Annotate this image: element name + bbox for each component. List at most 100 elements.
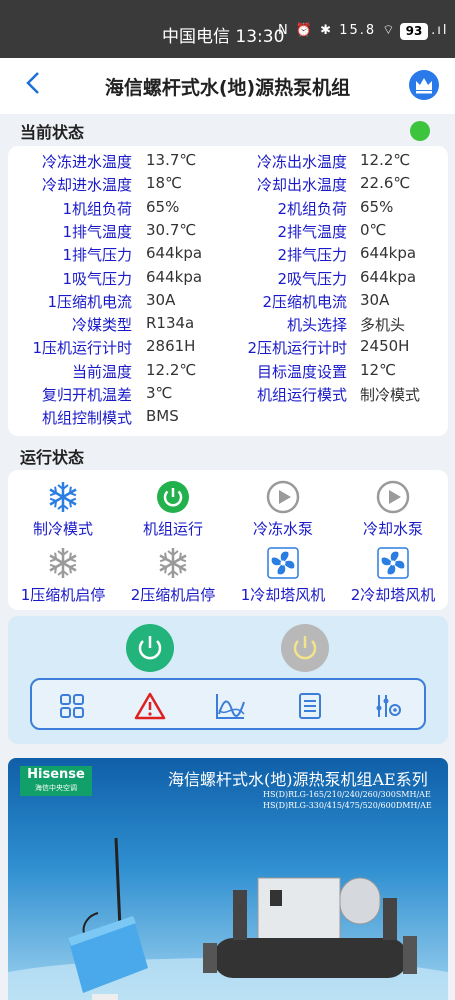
current-status-card: 冷冻进水温度 13.7℃ 冷冻出水温度 12.2℃ 冷却进水温度 18℃ 冷却出水温度 22.… — [8, 146, 448, 436]
run-status-label: 冷冻水泵 — [252, 520, 313, 538]
status-label: 当前温度 — [71, 362, 132, 381]
warning-icon[interactable] — [134, 692, 166, 720]
status-value: 644kpa — [146, 244, 203, 263]
grid-icon[interactable] — [58, 692, 86, 720]
app-header: 海信螺杆式水(地)源热泵机组 — [0, 58, 455, 114]
status-value: 22.6℃ — [360, 174, 411, 193]
run-status-item: 制冷模式 — [8, 480, 118, 539]
brand-logo: Hisense 海信中央空调 — [20, 766, 92, 796]
status-value: 13.7℃ — [146, 151, 197, 169]
status-label: 1压机运行计时 — [32, 339, 132, 358]
status-label: 冷冻进水温度 — [41, 153, 132, 171]
power-icon — [126, 624, 174, 672]
power-off-button[interactable] — [281, 624, 329, 672]
status-label: 机头选择 — [286, 316, 347, 335]
status-label: 2排气温度 — [277, 222, 347, 241]
status-value: 12.2℃ — [146, 360, 197, 379]
run-status-label: 2压缩机启停 — [130, 586, 216, 604]
status-label: 1压缩机电流 — [47, 292, 132, 311]
run-status-item: 1压缩机启停 — [8, 546, 118, 605]
status-label: 2排气压力 — [277, 246, 347, 265]
control-panel — [8, 616, 448, 744]
run-status-item: 1冷却塔风机 — [228, 546, 338, 605]
carrier-time: 中国电信 13:30 — [162, 27, 285, 47]
status-value: 3℃ — [146, 384, 173, 402]
product-image — [8, 837, 448, 1000]
status-label: 1排气压力 — [62, 246, 132, 265]
current-status-title: 当前状态 — [20, 123, 85, 142]
status-label: 2机组负荷 — [277, 199, 347, 218]
play-icon — [266, 480, 300, 514]
list-icon[interactable] — [296, 692, 324, 720]
power-on-button[interactable] — [126, 624, 174, 672]
run-status-item: 2压缩机启停 — [118, 546, 228, 605]
run-status-label: 1冷却塔风机 — [240, 586, 326, 604]
system-status-bar: 中国电信 13:30 N ⏰ ✱ 15.8 ⌔ 5G .ıl 93 — [0, 0, 455, 58]
fan-icon — [376, 546, 410, 580]
status-value: 30A — [146, 290, 176, 309]
status-label: 1吸气压力 — [62, 269, 132, 288]
run-status-label: 2冷却塔风机 — [350, 586, 436, 604]
banner-model-line-2: HS(D)RLG-330/415/475/520/600DMH/AE — [263, 801, 432, 810]
product-banner: Hisense 海信中央空调 海信螺杆式水(地)源热泵机组AE系列 HS(D)R… — [8, 758, 448, 1000]
status-value: BMS — [146, 407, 179, 426]
snowflake-icon — [156, 546, 190, 580]
play-icon — [376, 480, 410, 514]
run-status-card: 制冷模式 机组运行 冷冻水泵 冷却水泵 1压缩机启停 2压缩机启停 1冷却塔风机 2冷却塔风机 — [8, 470, 448, 610]
status-value: 65% — [146, 197, 180, 216]
run-status-item: 机组运行 — [118, 480, 228, 539]
run-status-label: 制冷模式 — [32, 520, 93, 538]
status-value: 12℃ — [360, 360, 396, 379]
status-value: 12.2℃ — [360, 151, 411, 169]
status-label: 2吸气压力 — [277, 269, 347, 288]
status-value: 制冷模式 — [360, 386, 421, 404]
status-label: 2压机运行计时 — [247, 339, 347, 358]
status-value: 30.7℃ — [146, 220, 197, 239]
chart-icon[interactable] — [214, 692, 246, 720]
status-value: 644kpa — [360, 267, 417, 286]
banner-title: 海信螺杆式水(地)源热泵机组AE系列 — [168, 770, 428, 789]
run-status-title: 运行状态 — [20, 448, 85, 467]
status-value: 30A — [360, 290, 390, 309]
run-status-label: 机组运行 — [142, 520, 203, 538]
snowflake-icon — [46, 480, 80, 514]
status-value: 644kpa — [360, 244, 417, 263]
status-label: 机组运行模式 — [256, 386, 347, 404]
run-status-item: 2冷却塔风机 — [338, 546, 448, 605]
settings-sliders-icon[interactable] — [374, 692, 402, 720]
online-status-indicator — [410, 121, 430, 141]
status-label: 1机组负荷 — [62, 199, 132, 218]
status-label: 复归开机温差 — [41, 386, 132, 404]
page-title: 海信螺杆式水(地)源热泵机组 — [104, 77, 351, 99]
status-value: 644kpa — [146, 267, 203, 286]
status-value: 18℃ — [146, 174, 182, 193]
status-value: 多机头 — [360, 316, 406, 335]
banner-model-line-1: HS(D)RLG-165/210/240/260/300SMH/AE — [263, 790, 431, 799]
function-toolbar — [30, 678, 426, 730]
status-label: 冷却进水温度 — [41, 176, 132, 195]
status-label: 2压缩机电流 — [262, 292, 347, 311]
brand-subtitle: 海信中央空调 — [35, 784, 77, 792]
status-value: 2450H — [360, 337, 410, 356]
status-value: 0℃ — [360, 220, 387, 239]
status-label: 目标温度设置 — [256, 362, 347, 381]
run-status-label: 冷却水泵 — [362, 520, 423, 538]
snowflake-icon — [46, 546, 80, 580]
battery-icon: 93 — [400, 23, 428, 40]
run-status-label: 1压缩机启停 — [20, 586, 106, 604]
crown-icon[interactable] — [409, 70, 439, 100]
status-label: 冷冻出水温度 — [256, 153, 347, 171]
status-value: 2861H — [146, 337, 196, 356]
status-label: 1排气温度 — [62, 222, 132, 241]
status-label: 冷却出水温度 — [256, 176, 347, 195]
run-status-item: 冷却水泵 — [338, 480, 448, 539]
status-value: 65% — [360, 197, 394, 216]
status-label: 机组控制模式 — [41, 409, 132, 428]
fan-icon — [266, 546, 300, 580]
status-label: 冷媒类型 — [71, 316, 132, 335]
status-value: R134a — [146, 314, 195, 333]
power-on-icon — [156, 480, 190, 514]
run-status-item: 冷冻水泵 — [228, 480, 338, 539]
power-icon — [281, 624, 329, 672]
brand-name: Hisense — [27, 767, 85, 782]
